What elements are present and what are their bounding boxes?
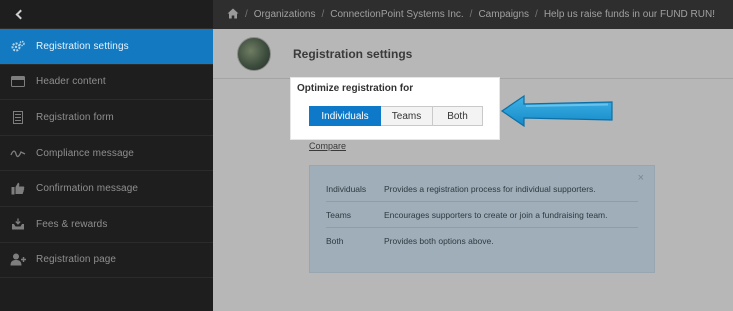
info-term: Individuals: [326, 183, 367, 194]
breadcrumb-organizations[interactable]: Organizations: [254, 9, 316, 20]
option-both-button[interactable]: Both: [433, 106, 483, 126]
sidebar-item-label: Fees & rewards: [36, 218, 108, 230]
home-icon[interactable]: [227, 8, 239, 22]
sidebar-item-label: Confirmation message: [36, 183, 139, 195]
sidebar-item-registration-settings[interactable]: Registration settings: [0, 29, 213, 65]
sidebar-item-label: Registration form: [36, 111, 114, 123]
info-row: Both Provides both options above.: [326, 228, 638, 254]
option-teams-button[interactable]: Teams: [381, 106, 433, 126]
optimize-registration-card: Optimize registration for Individuals Te…: [291, 78, 499, 139]
page-header: Registration settings: [213, 29, 733, 79]
breadcrumb-separator: /: [245, 9, 248, 20]
breadcrumb-separator: /: [535, 9, 538, 20]
info-desc: Provides a registration process for indi…: [384, 183, 596, 194]
breadcrumb: / Organizations / ConnectionPoint System…: [213, 0, 733, 29]
option-individuals-button[interactable]: Individuals: [309, 106, 381, 126]
info-desc: Encourages supporters to create or join …: [384, 209, 608, 220]
optimize-title: Optimize registration for: [297, 83, 414, 94]
sidebar-item-compliance-message[interactable]: Compliance message: [0, 136, 213, 172]
avatar: [237, 36, 271, 71]
gears-icon: [10, 40, 26, 52]
sidebar-item-fees-rewards[interactable]: Fees & rewards: [0, 207, 213, 243]
chevron-left-icon[interactable]: [15, 9, 26, 19]
breadcrumb-organization[interactable]: ConnectionPoint Systems Inc.: [330, 9, 463, 20]
info-row: Individuals Provides a registration proc…: [326, 176, 638, 202]
main-content: Registration settings Compare × Individu…: [213, 29, 733, 311]
breadcrumb-campaign[interactable]: Help us raise funds in our FUND RUN!: [544, 9, 715, 20]
sidebar-item-confirmation-message[interactable]: Confirmation message: [0, 171, 213, 207]
optimize-segmented-control: Individuals Teams Both: [309, 106, 493, 126]
header-icon: [10, 76, 26, 88]
thumbs-up-icon: [10, 182, 26, 195]
info-term: Teams: [326, 209, 352, 220]
breadcrumb-separator: /: [469, 9, 473, 20]
sidebar-item-label: Registration settings: [36, 40, 129, 52]
breadcrumb-separator: /: [321, 9, 325, 20]
inbox-icon: [10, 218, 26, 230]
sidebar-item-registration-form[interactable]: Registration form: [0, 100, 213, 136]
sidebar-top: [0, 0, 213, 29]
sidebar-item-label: Registration page: [36, 254, 117, 266]
sidebar: Registration settings Header content Reg…: [0, 0, 213, 311]
signature-icon: [10, 147, 26, 159]
breadcrumb-campaigns[interactable]: Campaigns: [478, 9, 529, 20]
sidebar-item-registration-page[interactable]: Registration page: [0, 243, 213, 279]
sidebar-item-label: Header content: [36, 76, 106, 88]
page-title: Registration settings: [293, 46, 413, 61]
info-row: Teams Encourages supporters to create or…: [326, 202, 638, 228]
add-user-icon: [10, 253, 26, 266]
sidebar-item-label: Compliance message: [36, 147, 134, 159]
info-term: Both: [326, 236, 344, 246]
sidebar-item-header-content[interactable]: Header content: [0, 65, 213, 101]
info-desc: Provides both options above.: [384, 236, 494, 246]
info-panel: × Individuals Provides a registration pr…: [309, 165, 655, 273]
close-icon[interactable]: ×: [638, 172, 644, 184]
compare-link[interactable]: Compare: [309, 141, 346, 151]
pointer-arrow-icon: [500, 94, 613, 128]
form-icon: [10, 110, 26, 124]
